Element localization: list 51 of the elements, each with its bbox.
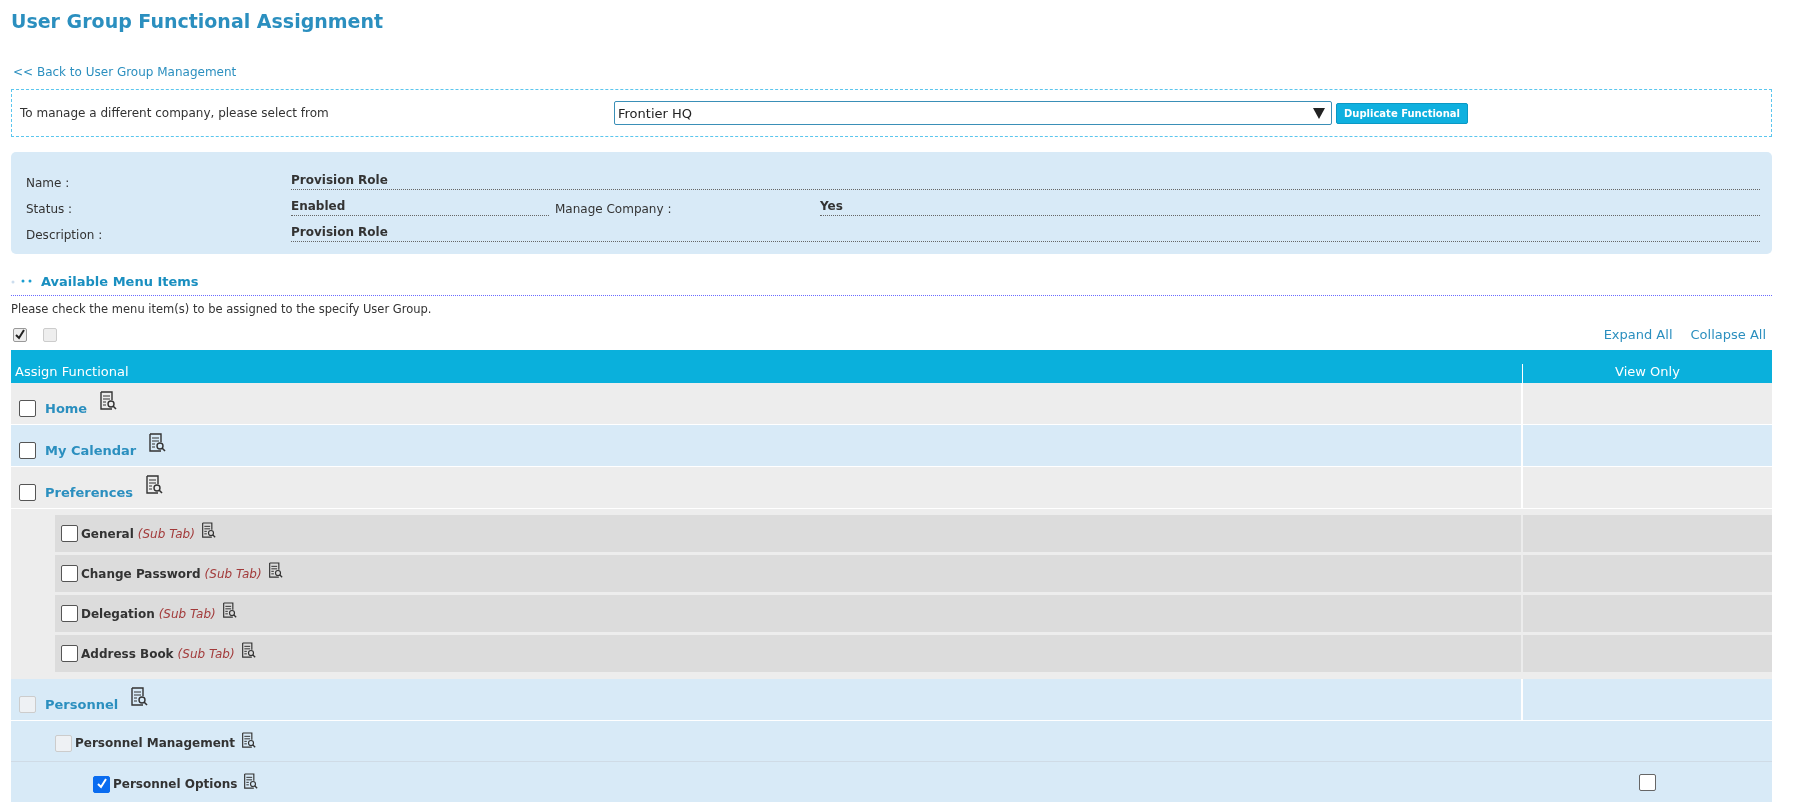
menu-item-link[interactable]: Preferences: [45, 485, 133, 500]
menu-item-label: Change Password: [81, 566, 201, 581]
document-search-icon[interactable]: [130, 686, 149, 707]
checkbox[interactable]: [19, 442, 36, 459]
field-label: Description :: [26, 228, 104, 242]
sub-tab-tag: (Sub Tab): [177, 646, 235, 661]
document-search-icon[interactable]: [148, 432, 167, 453]
bullet-dots-icon: [11, 278, 33, 285]
tree-link[interactable]: Collapse All: [1690, 327, 1766, 342]
checkbox[interactable]: [61, 605, 78, 622]
field-label: Name :: [26, 176, 71, 190]
field-value: Provision Role: [291, 173, 1760, 190]
menu-item-label: Address Book: [81, 646, 174, 661]
back-link[interactable]: << Back to User Group Management: [13, 65, 237, 79]
document-search-icon[interactable]: [241, 731, 257, 749]
document-search-icon[interactable]: [243, 772, 259, 790]
field-value: Enabled: [291, 199, 549, 216]
checkbox[interactable]: [61, 645, 78, 662]
menu-item-label: Personnel Options: [113, 777, 238, 791]
company-label: To manage a different company, please select from: [20, 106, 330, 120]
dropdown-caret-icon: [1313, 107, 1325, 119]
field-value: Provision Role: [291, 225, 1760, 242]
document-search-icon[interactable]: [145, 474, 163, 495]
sub-tab-tag: (Sub Tab): [204, 566, 262, 581]
checkbox[interactable]: [19, 484, 36, 501]
company-select[interactable]: Frontier HQ: [614, 101, 1332, 125]
menu-item-label: Personnel Management: [75, 736, 236, 750]
menu-item-label: General: [81, 526, 134, 541]
checkbox[interactable]: [61, 525, 78, 542]
field-label: Manage Company :: [555, 202, 673, 216]
field-label: Status :: [26, 202, 74, 216]
checkbox[interactable]: [19, 400, 36, 417]
column-header: View Only: [1614, 364, 1681, 381]
menu-item-link[interactable]: My Calendar: [45, 443, 137, 458]
duplicate-functional-button[interactable]: Duplicate Functional: [1336, 102, 1469, 124]
page-title: User Group Functional Assignment: [11, 9, 385, 34]
sub-tab-tag: (Sub Tab): [158, 606, 216, 621]
document-search-icon[interactable]: [99, 390, 118, 411]
checkbox[interactable]: [13, 328, 27, 342]
document-search-icon[interactable]: [221, 602, 237, 619]
document-search-icon[interactable]: [240, 642, 256, 659]
sub-tab-tag: (Sub Tab): [137, 526, 195, 541]
document-search-icon[interactable]: [267, 562, 283, 579]
tree-link[interactable]: Expand All: [1603, 327, 1673, 342]
field-value: Yes: [820, 199, 1760, 216]
checkbox[interactable]: [61, 565, 78, 582]
menu-item-link[interactable]: Home: [45, 401, 88, 416]
menu-item-label: Delegation: [81, 606, 155, 621]
document-search-icon[interactable]: [200, 522, 216, 539]
section-title: Available Menu Items: [41, 274, 199, 289]
instructions-text: Please check the menu item(s) to be assigned to the specify User Group.: [11, 302, 433, 316]
